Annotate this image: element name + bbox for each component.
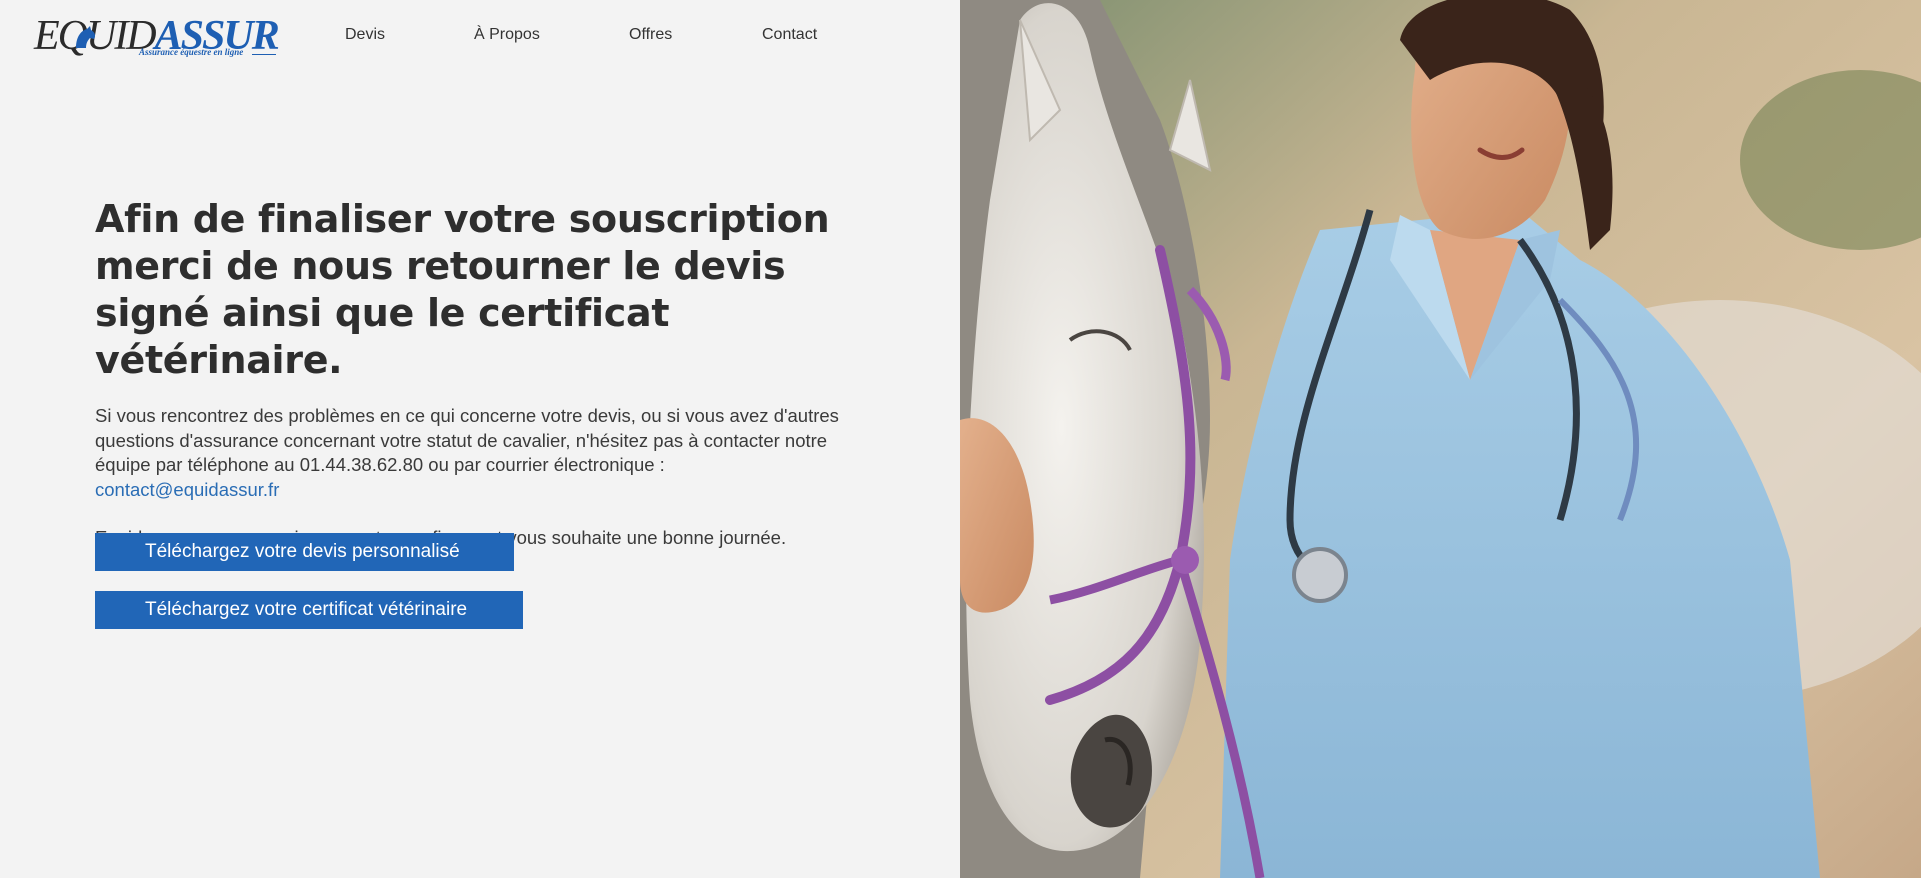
page-headline: Afin de finaliser votre souscription mer… (95, 197, 830, 382)
left-panel: EQUIDASSUR Assurance équestre en ligne D… (0, 0, 960, 878)
download-certificat-button[interactable]: Téléchargez votre certificat vétérinaire (95, 591, 523, 629)
veterinarian-with-horse-photo (960, 0, 1921, 878)
site-header: EQUIDASSUR Assurance équestre en ligne D… (0, 0, 960, 72)
main-content: Afin de finaliser votre souscription mer… (95, 196, 875, 550)
hero-photo (960, 0, 1921, 878)
nav-a-propos[interactable]: À Propos (474, 26, 540, 44)
logo-tagline: Assurance équestre en ligne (139, 47, 244, 57)
nav-devis[interactable]: Devis (345, 26, 385, 44)
nav-offres[interactable]: Offres (629, 26, 672, 44)
email-link[interactable]: contact@equidassur.fr (95, 478, 279, 503)
contact-paragraph-text: Si vous rencontrez des problèmes en ce q… (95, 405, 839, 475)
logo-tagline-rule (252, 54, 276, 55)
contact-paragraph: Si vous rencontrez des problèmes en ce q… (95, 404, 875, 502)
nav-contact[interactable]: Contact (762, 26, 817, 44)
site-logo[interactable]: EQUIDASSUR Assurance équestre en ligne (34, 14, 284, 60)
download-devis-button[interactable]: Téléchargez votre devis personnalisé (95, 533, 514, 571)
horse-head-icon (76, 26, 95, 48)
